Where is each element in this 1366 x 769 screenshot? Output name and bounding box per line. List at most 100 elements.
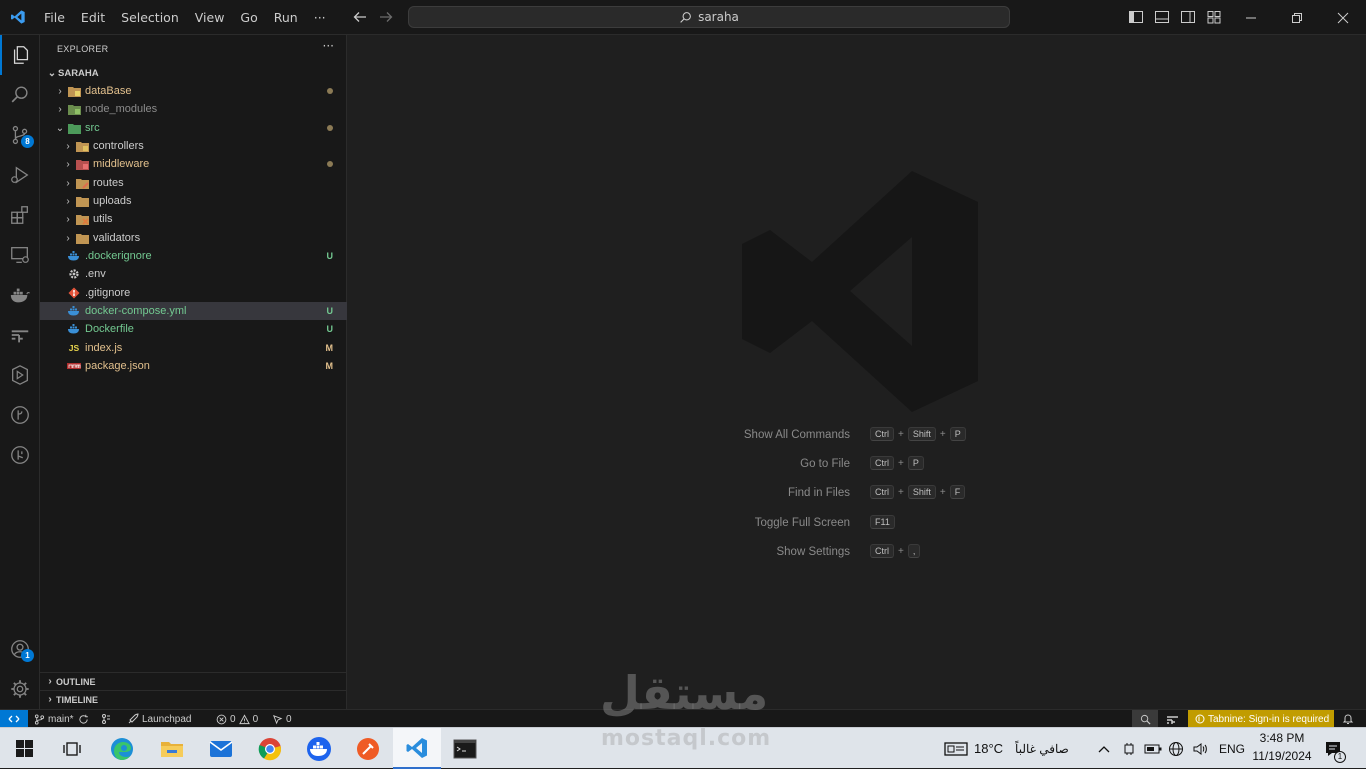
source-control-icon[interactable]: 8 (0, 115, 40, 155)
testing-icon[interactable] (0, 315, 40, 355)
menu-selection[interactable]: Selection (113, 0, 187, 35)
command-center-search[interactable]: saraha (408, 6, 1010, 28)
battery-icon[interactable] (1144, 728, 1162, 769)
folder-row[interactable]: › node_modules (40, 100, 347, 118)
back-arrow-icon[interactable] (352, 9, 368, 28)
close-button[interactable] (1320, 0, 1366, 35)
file-row[interactable]: Dockerfile U (40, 320, 347, 338)
keyboard-hint-row[interactable]: Toggle Full Screen F11 (348, 515, 895, 531)
tree-item-label: middleware (93, 158, 150, 170)
ports-indicator[interactable]: 0 (272, 710, 292, 728)
file-row[interactable]: .env (40, 265, 347, 283)
customize-layout-icon[interactable] (1206, 9, 1222, 28)
key-plus-separator: + (898, 428, 904, 440)
run-debug-icon[interactable] (0, 155, 40, 195)
file-row[interactable]: package.json M (40, 357, 347, 375)
edge-browser-icon[interactable] (98, 728, 146, 769)
mail-app-icon[interactable] (197, 728, 245, 769)
hint-label: Show All Commands (743, 429, 850, 441)
tabnine-status[interactable]: Tabnine: Sign-in is required (1188, 710, 1334, 728)
git-status-letter: U (326, 306, 334, 316)
keyboard-hint-row[interactable]: Go to File Ctrl + P (348, 456, 924, 472)
remote-icon (8, 715, 20, 723)
weather-widget[interactable]: 18°C صافي غالباً (944, 728, 1069, 769)
forward-arrow-icon[interactable] (378, 9, 394, 28)
explorer-more-actions[interactable]: ··· (323, 39, 334, 53)
accounts-icon[interactable]: 1 (0, 629, 40, 669)
keyboard-hint-row[interactable]: Show Settings Ctrl +, (348, 544, 921, 560)
postman-icon[interactable] (344, 728, 392, 769)
volume-icon[interactable] (1192, 728, 1208, 769)
file-row[interactable]: docker-compose.yml U (40, 302, 347, 320)
folder-row[interactable]: › validators (40, 229, 347, 247)
folder-row[interactable]: › middleware (40, 155, 347, 173)
tree-item-label: index.js (85, 342, 123, 354)
tray-device-icon[interactable] (1122, 728, 1136, 769)
vscode-taskbar-icon[interactable] (393, 728, 441, 769)
problems-indicator[interactable]: 0 0 (216, 710, 258, 728)
test-results-icon[interactable] (1166, 710, 1179, 728)
remote-explorer-icon[interactable] (0, 235, 40, 275)
launchpad-button[interactable]: Launchpad (127, 710, 192, 728)
sync-icon[interactable] (78, 710, 89, 728)
windows-start-icon[interactable] (0, 728, 48, 769)
menu-file[interactable]: File (36, 0, 73, 35)
file-row[interactable]: .dockerignore U (40, 247, 347, 265)
git-branch-icon (34, 713, 45, 725)
extensions-icon[interactable] (0, 195, 40, 235)
folder-row[interactable]: › dataBase (40, 82, 347, 100)
keyboard-hint-row[interactable]: Show All Commands Ctrl + Shift + P (348, 427, 966, 443)
folder-row[interactable]: ⌄ src (40, 119, 347, 137)
menu-run[interactable]: Run (266, 0, 306, 35)
input-language[interactable]: ENG (1219, 728, 1245, 769)
menu-edit[interactable]: Edit (73, 0, 113, 35)
workspace-root[interactable]: ⌄ SARAHA (40, 64, 347, 82)
folder-row[interactable]: › routes (40, 174, 347, 192)
activity-bar: 8 1 (0, 35, 40, 709)
folder-row[interactable]: › utils (40, 210, 347, 228)
zoom-search-icon[interactable] (1132, 710, 1158, 728)
keyboard-hint-row[interactable]: Find in Files Ctrl + Shift + F (348, 485, 966, 501)
notification-center-icon[interactable]: 1 (1324, 728, 1346, 769)
error-count: 0 (230, 713, 236, 725)
javascript-icon: JS (68, 343, 80, 353)
file-explorer-icon[interactable] (148, 728, 196, 769)
branch-indicator[interactable]: main* (34, 710, 74, 728)
clock-time[interactable]: 3:48 PM (1252, 731, 1312, 745)
menu-go[interactable]: Go (232, 0, 265, 35)
timeline-section[interactable]: › TIMELINE (40, 690, 347, 708)
clock-date[interactable]: 11/19/2024 (1250, 749, 1314, 763)
tray-chevron-up-icon[interactable] (1097, 728, 1111, 769)
routes-folder-icon (74, 177, 90, 189)
minimize-button[interactable] (1228, 0, 1274, 35)
folder-row[interactable]: › controllers (40, 137, 347, 155)
menu-more[interactable]: ··· (306, 0, 334, 35)
chevron-right-icon: › (48, 676, 52, 687)
search-icon[interactable] (0, 75, 40, 115)
files-icon[interactable] (0, 35, 40, 75)
toggle-secondary-sidebar-icon[interactable] (1180, 9, 1196, 28)
menu-view[interactable]: View (187, 0, 233, 35)
tabnine-icon[interactable] (0, 435, 40, 475)
gitlens-icon[interactable] (0, 355, 40, 395)
chrome-browser-icon[interactable] (246, 728, 294, 769)
terminal-taskbar-icon[interactable] (441, 728, 489, 769)
gitlens-status-icon[interactable] (100, 710, 112, 728)
folder-row[interactable]: › uploads (40, 192, 347, 210)
outline-section[interactable]: › OUTLINE (40, 672, 347, 690)
toggle-primary-sidebar-icon[interactable] (1128, 9, 1144, 28)
git-graph-icon[interactable] (0, 395, 40, 435)
settings-gear-icon[interactable] (0, 669, 40, 709)
restore-button[interactable] (1274, 0, 1320, 35)
chevron-right-icon: › (66, 177, 70, 189)
remote-indicator[interactable] (0, 710, 28, 728)
file-row[interactable]: .gitignore (40, 284, 347, 302)
network-globe-icon[interactable] (1168, 728, 1184, 769)
task-view-icon[interactable] (48, 728, 96, 769)
accounts-badge: 1 (21, 649, 34, 662)
file-row[interactable]: JS index.js M (40, 339, 347, 357)
docker-desktop-icon[interactable] (295, 728, 343, 769)
docker-icon[interactable] (0, 275, 40, 315)
notifications-bell-icon[interactable] (1342, 710, 1354, 728)
toggle-panel-icon[interactable] (1154, 9, 1170, 28)
